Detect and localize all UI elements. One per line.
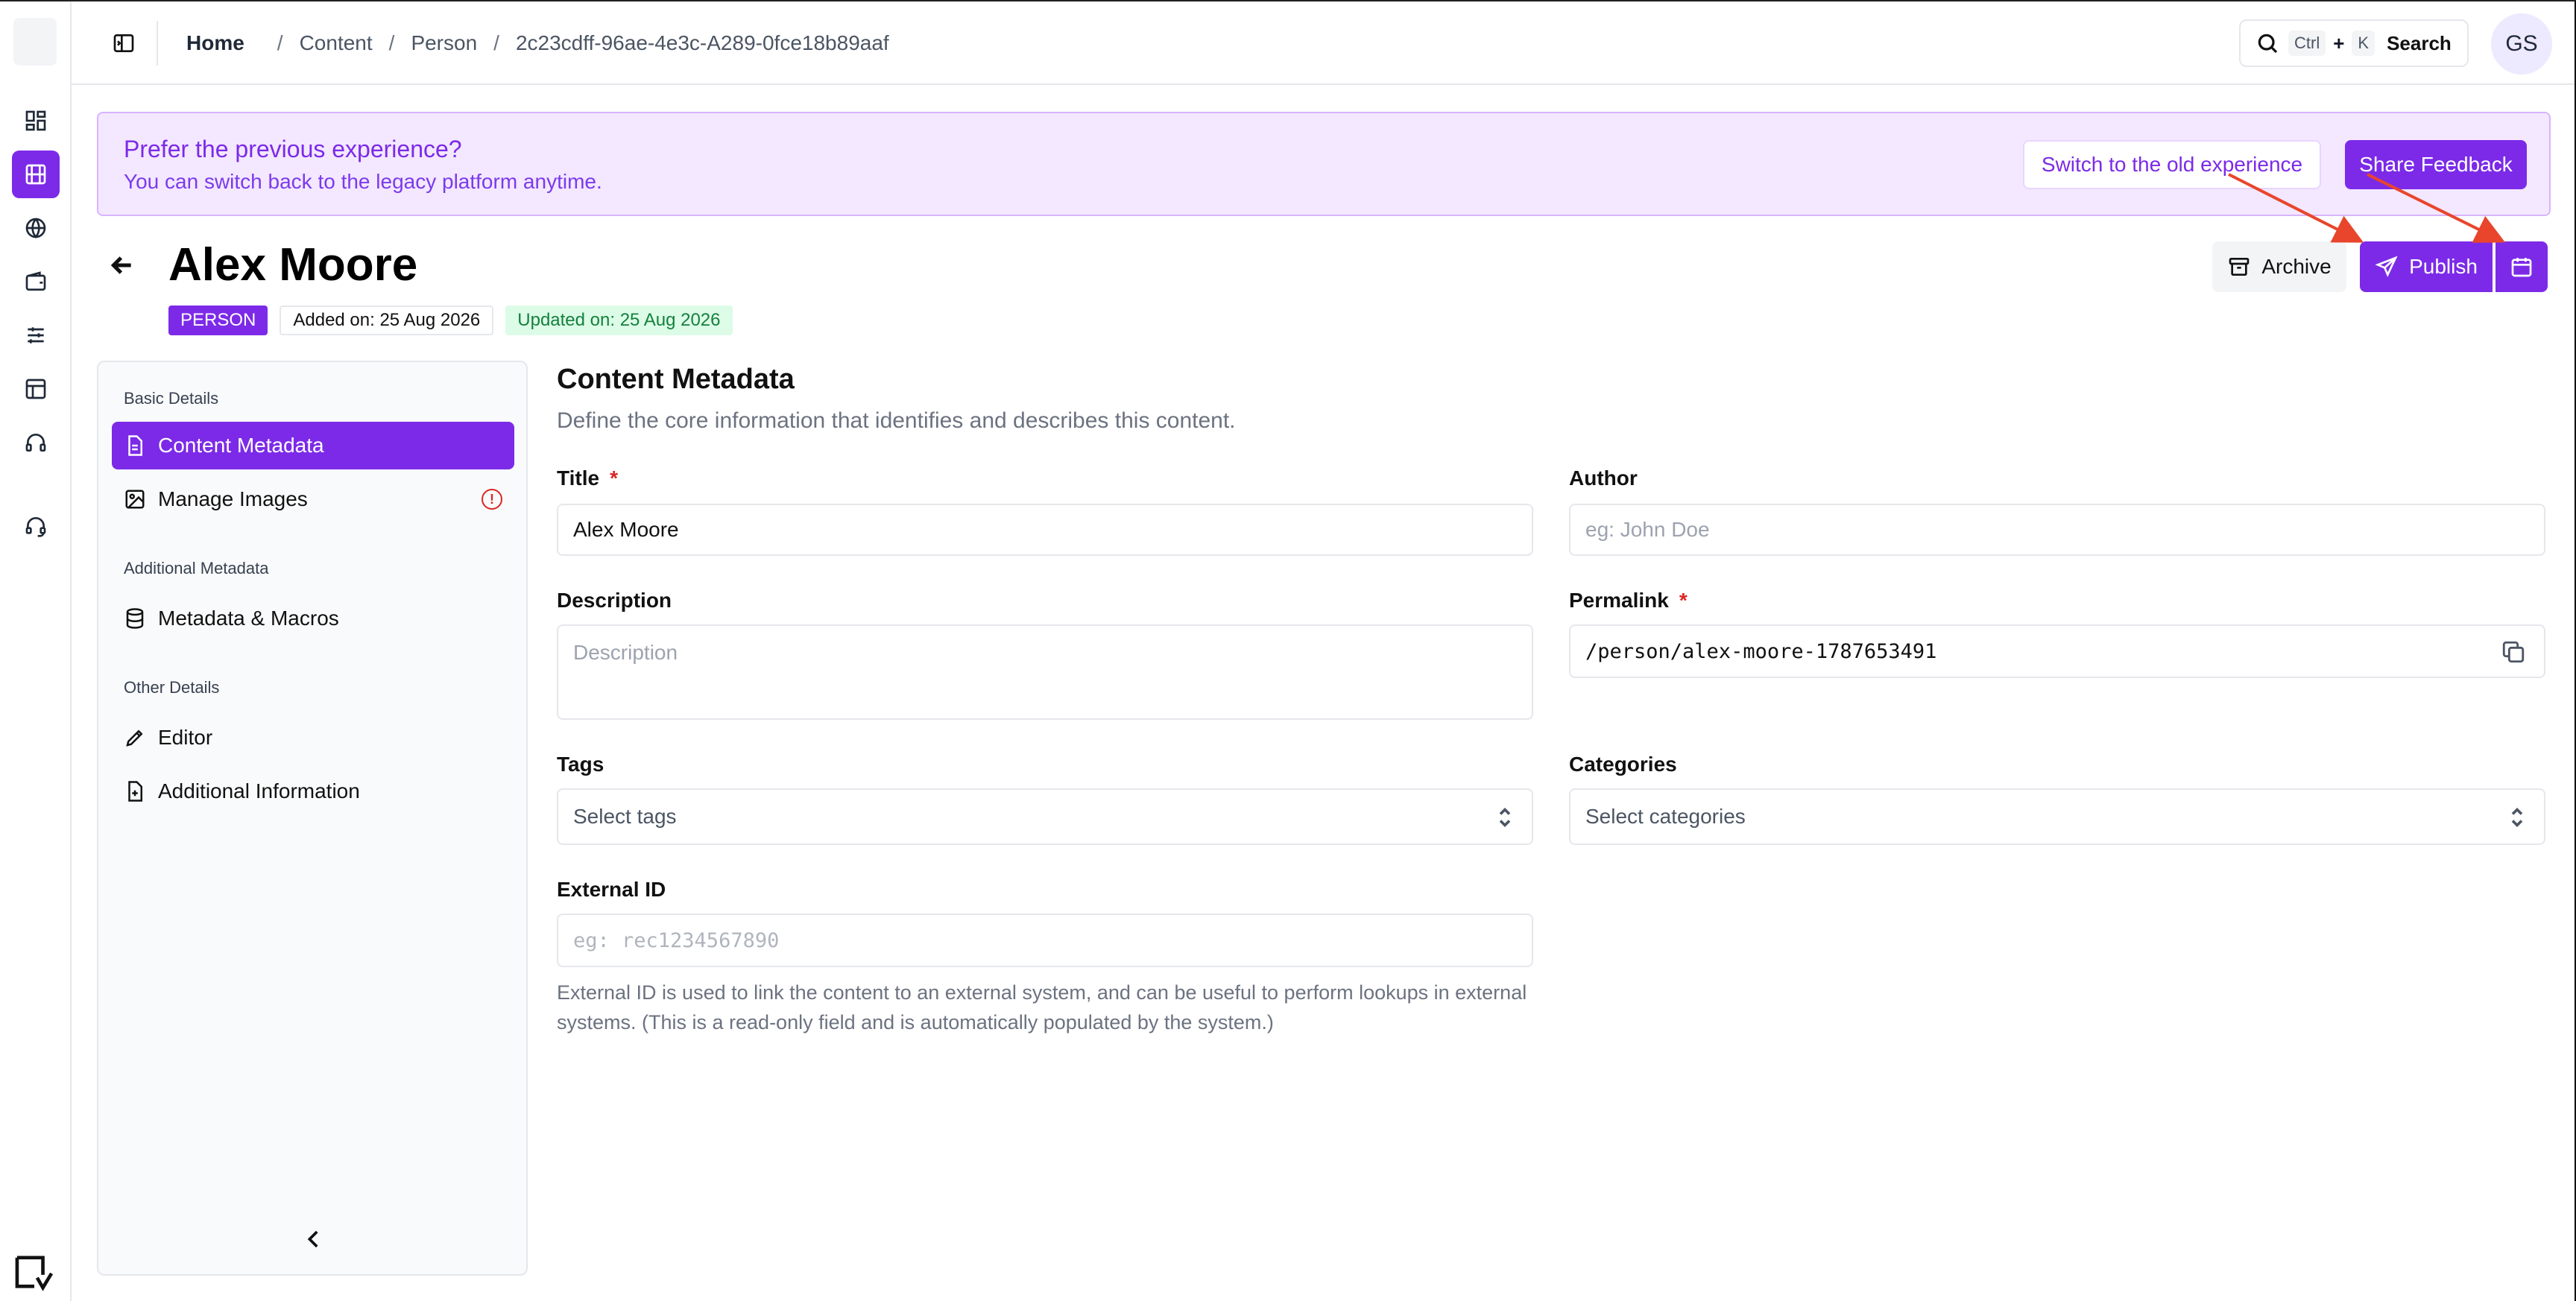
image-icon bbox=[125, 490, 145, 509]
dashboard-icon[interactable] bbox=[12, 97, 60, 145]
permalink-input[interactable]: /person/alex-moore-1787653491 bbox=[1569, 624, 2545, 678]
back-arrow-icon[interactable] bbox=[107, 250, 137, 280]
breadcrumb-separator: / bbox=[493, 31, 499, 54]
added-on-badge: Added on: 25 Aug 2026 bbox=[280, 306, 494, 335]
categories-select[interactable]: Select categories bbox=[1569, 788, 2545, 845]
copy-icon[interactable] bbox=[2501, 639, 2526, 665]
title-label-text: Title bbox=[557, 466, 600, 490]
nav-item-label: Manage Images bbox=[158, 487, 308, 510]
globe-icon[interactable] bbox=[12, 204, 60, 252]
publish-label: Publish bbox=[2409, 255, 2478, 278]
shortcut-key-ctrl: Ctrl bbox=[2288, 31, 2326, 56]
nav-item-editor[interactable]: Editor bbox=[112, 714, 514, 762]
categories-label: Categories bbox=[1569, 753, 1677, 776]
description-textarea[interactable]: Description bbox=[557, 624, 1533, 720]
title-label: Title * bbox=[557, 466, 618, 490]
form-subheading: Define the core information that identif… bbox=[557, 408, 1236, 433]
bottom-logo-icon[interactable] bbox=[13, 1255, 55, 1292]
support-icon[interactable] bbox=[12, 502, 60, 550]
shortcut-key-k: K bbox=[2352, 31, 2375, 56]
tags-label: Tags bbox=[557, 753, 604, 776]
chevron-up-down-icon bbox=[1497, 806, 1512, 829]
required-marker: * bbox=[610, 466, 618, 490]
nav-item-label: Content Metadata bbox=[158, 434, 324, 457]
user-avatar[interactable]: GS bbox=[2491, 13, 2552, 75]
form-heading: Content Metadata bbox=[557, 364, 795, 395]
headphones-icon[interactable] bbox=[12, 419, 60, 466]
description-label: Description bbox=[557, 589, 672, 612]
layout-icon[interactable] bbox=[12, 365, 60, 413]
breadcrumb-person[interactable]: Person bbox=[411, 31, 477, 55]
author-input[interactable]: eg: John Doe bbox=[1569, 504, 2545, 556]
pencil-icon bbox=[126, 729, 143, 747]
updated-on-badge: Updated on: 25 Aug 2026 bbox=[505, 306, 733, 335]
switch-old-experience-button[interactable]: Switch to the old experience bbox=[2023, 140, 2321, 189]
nav-item-label: Editor bbox=[158, 726, 213, 749]
nav-item-label: Metadata & Macros bbox=[158, 607, 339, 630]
nav-item-label: Additional Information bbox=[158, 779, 360, 803]
breadcrumb-home[interactable]: Home bbox=[186, 31, 244, 55]
tags-placeholder: Select tags bbox=[573, 805, 677, 828]
app-window: Home / Content / Person / 2c23cdff-96ae-… bbox=[0, 0, 2576, 1301]
breadcrumb: Home / Content / Person / 2c23cdff-96ae-… bbox=[186, 28, 889, 58]
breadcrumb-record-id: 2c23cdff-96ae-4e3c-A289-0fce18b89aaf bbox=[515, 31, 889, 54]
author-label: Author bbox=[1569, 466, 1638, 490]
warning-icon: ! bbox=[482, 489, 502, 510]
top-bar: Home / Content / Person / 2c23cdff-96ae-… bbox=[72, 1, 2575, 85]
archive-label: Archive bbox=[2261, 255, 2332, 278]
send-icon bbox=[2375, 256, 2398, 277]
search-icon bbox=[2258, 34, 2278, 54]
document-icon bbox=[128, 435, 142, 456]
app-logo[interactable] bbox=[13, 18, 57, 66]
external-id-label: External ID bbox=[557, 878, 666, 901]
section-title-basic: Basic Details bbox=[124, 389, 219, 408]
database-icon bbox=[126, 608, 144, 629]
wallet-icon[interactable] bbox=[12, 258, 60, 306]
sliders-icon[interactable] bbox=[12, 311, 60, 359]
page-title: Alex Moore bbox=[168, 239, 418, 291]
title-input[interactable]: Alex Moore bbox=[557, 504, 1533, 556]
section-title-other: Other Details bbox=[124, 678, 220, 697]
banner-title: Prefer the previous experience? bbox=[124, 136, 462, 162]
search-button[interactable]: Ctrl + K Search bbox=[2239, 19, 2469, 67]
publish-button[interactable]: Publish bbox=[2360, 241, 2493, 292]
share-feedback-button[interactable]: Share Feedback bbox=[2345, 140, 2527, 189]
divider bbox=[157, 21, 158, 66]
external-id-help: External ID is used to link the content … bbox=[557, 981, 1527, 1033]
breadcrumb-content[interactable]: Content bbox=[300, 31, 373, 55]
breadcrumb-separator: / bbox=[388, 31, 395, 54]
file-plus-icon bbox=[128, 781, 142, 802]
tags-select[interactable]: Select tags bbox=[557, 788, 1533, 845]
external-id-input[interactable]: eg: rec1234567890 bbox=[557, 914, 1533, 967]
sidebar-toggle-icon[interactable] bbox=[109, 28, 139, 58]
type-badge: PERSON bbox=[168, 306, 268, 335]
banner-text: You can switch back to the legacy platfo… bbox=[124, 170, 602, 193]
record-badges: PERSON Added on: 25 Aug 2026 Updated on:… bbox=[168, 306, 733, 335]
icon-rail bbox=[0, 1, 72, 1301]
legacy-experience-banner: Prefer the previous experience? You can … bbox=[97, 112, 2551, 216]
schedule-publish-button[interactable] bbox=[2496, 241, 2548, 292]
permalink-value: /person/alex-moore-1787653491 bbox=[1585, 639, 1937, 663]
permalink-label-text: Permalink bbox=[1569, 589, 1669, 612]
nav-item-manage-images[interactable]: Manage Images ! bbox=[112, 475, 514, 523]
shortcut-plus: + bbox=[2333, 31, 2345, 54]
film-icon[interactable] bbox=[12, 151, 60, 198]
archive-button[interactable]: Archive bbox=[2212, 241, 2346, 292]
section-title-additional: Additional Metadata bbox=[124, 559, 269, 577]
permalink-label: Permalink * bbox=[1569, 589, 1688, 612]
calendar-icon bbox=[2511, 258, 2532, 277]
nav-item-additional-information[interactable]: Additional Information bbox=[112, 767, 514, 815]
required-marker: * bbox=[1679, 589, 1688, 612]
section-nav-panel: Basic Details Content Metadata Manage Im… bbox=[97, 361, 528, 1276]
search-label: Search bbox=[2387, 31, 2452, 54]
breadcrumb-separator: / bbox=[277, 31, 283, 54]
collapse-panel-chevron-icon[interactable] bbox=[301, 1226, 326, 1252]
archive-icon bbox=[2229, 258, 2250, 276]
categories-placeholder: Select categories bbox=[1585, 805, 1746, 828]
chevron-up-down-icon bbox=[2510, 806, 2525, 829]
nav-item-content-metadata[interactable]: Content Metadata bbox=[112, 422, 514, 469]
nav-item-metadata-macros[interactable]: Metadata & Macros bbox=[112, 595, 514, 642]
